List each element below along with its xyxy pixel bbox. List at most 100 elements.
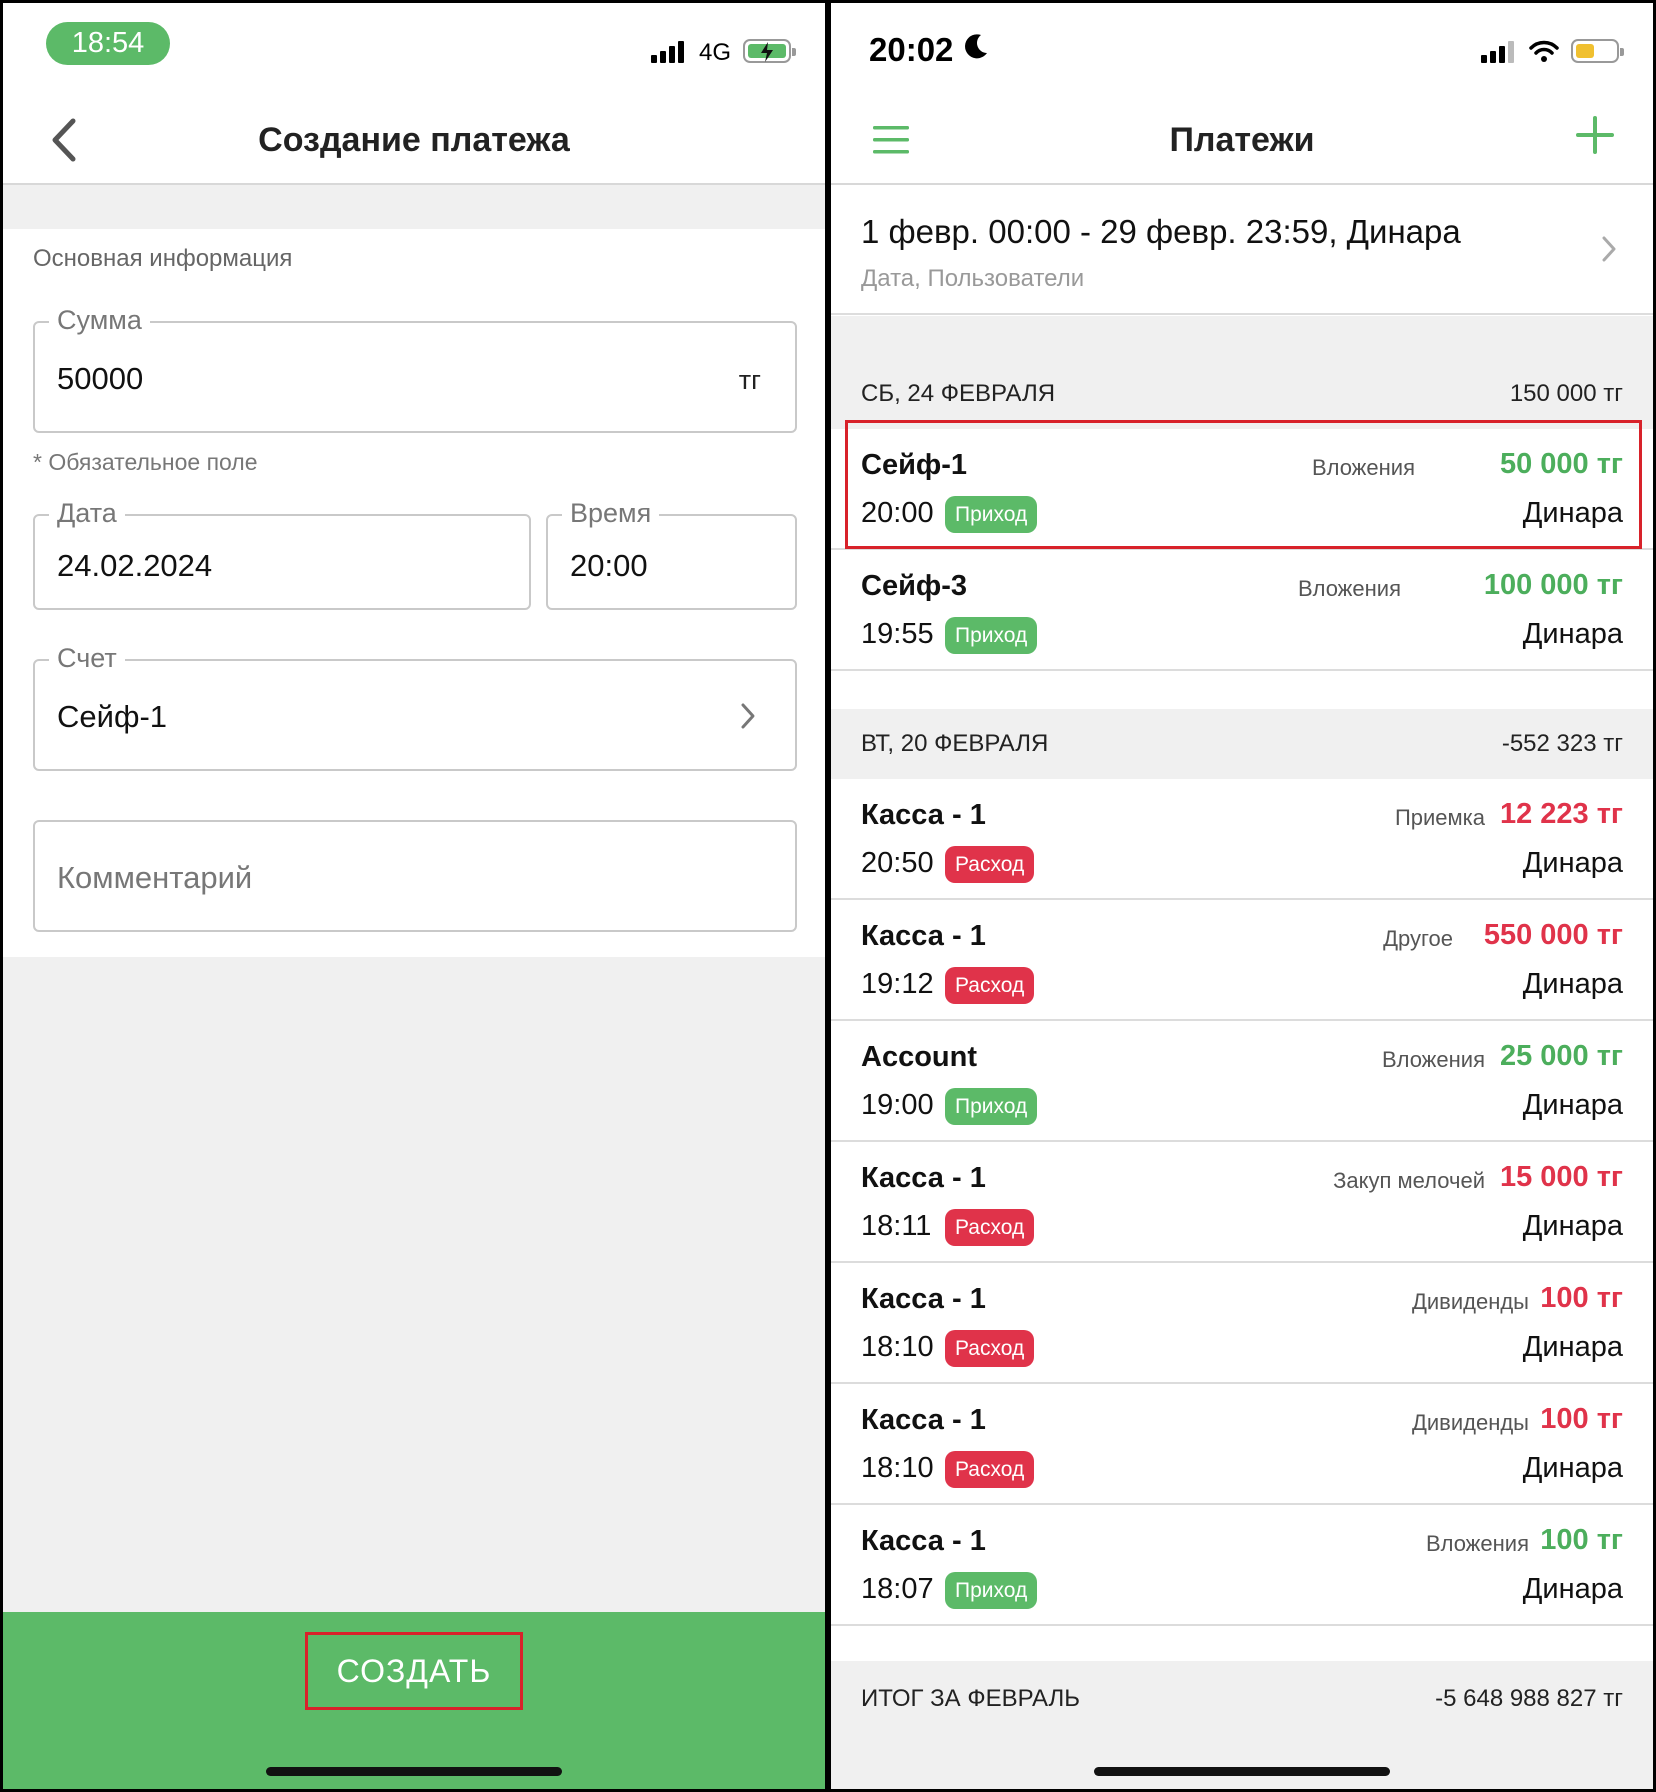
payment-account: Касса - 1 bbox=[861, 1525, 986, 1557]
payment-amount: 100 тг bbox=[1540, 1282, 1623, 1314]
payment-account: Account bbox=[861, 1041, 977, 1073]
status-bar: 20:02 bbox=[831, 3, 1653, 93]
page-title: Создание платежа bbox=[258, 121, 570, 159]
home-indicator bbox=[266, 1767, 562, 1776]
spacer bbox=[3, 185, 825, 229]
payment-amount: 550 000 тг bbox=[1483, 919, 1623, 951]
filter-subtitle: Дата, Пользователи bbox=[861, 265, 1085, 292]
home-indicator bbox=[1094, 1767, 1390, 1776]
type-badge: Расход bbox=[945, 1209, 1035, 1246]
payment-time: 18:10 bbox=[861, 1452, 934, 1484]
type-badge: Расход bbox=[945, 846, 1035, 883]
payment-category: Дивиденды bbox=[1411, 1289, 1529, 1314]
chevron-right-icon bbox=[1602, 236, 1616, 262]
payment-row[interactable]: Касса - 1 18:10 Расход Дивиденды 100 тг … bbox=[831, 1384, 1653, 1505]
chevron-right-icon bbox=[741, 703, 755, 729]
payment-time: 20:00 bbox=[861, 497, 934, 529]
required-hint: * Обязательное поле bbox=[33, 449, 258, 475]
spacer bbox=[831, 316, 1653, 360]
payment-user: Динара bbox=[1522, 968, 1623, 1000]
payment-amount: 12 223 тг bbox=[1499, 798, 1623, 830]
payment-category: Вложения bbox=[1297, 576, 1401, 601]
time-label: Время bbox=[562, 498, 660, 529]
type-badge: Приход bbox=[945, 617, 1038, 654]
payment-time: 19:00 bbox=[861, 1089, 934, 1121]
payment-category: Вложения bbox=[1425, 1531, 1529, 1556]
status-time: 20:02 bbox=[869, 31, 954, 68]
payment-amount: 100 000 тг bbox=[1483, 569, 1623, 601]
currency-suffix: тг bbox=[738, 365, 761, 395]
payment-category: Дивиденды bbox=[1411, 1410, 1529, 1435]
create-bar: СОЗДАТЬ bbox=[3, 1612, 825, 1789]
spacer bbox=[831, 671, 1653, 709]
empty-area bbox=[3, 957, 825, 1612]
signal-icon bbox=[1481, 41, 1514, 63]
payment-amount: 50 000 тг bbox=[1499, 448, 1623, 480]
payment-account: Сейф-1 bbox=[861, 449, 968, 481]
payment-amount: 25 000 тг bbox=[1499, 1040, 1623, 1072]
wifi-icon bbox=[1529, 40, 1559, 62]
comment-field[interactable]: Комментарий bbox=[33, 820, 797, 932]
day-date: ВТ, 20 ФЕВРАЛЯ bbox=[861, 730, 1049, 757]
time-field[interactable]: Время 20:00 bbox=[546, 498, 797, 610]
battery-icon bbox=[743, 39, 796, 63]
payment-time: 19:55 bbox=[861, 618, 934, 650]
payment-category: Вложения bbox=[1381, 1047, 1485, 1072]
moon-icon bbox=[965, 34, 987, 59]
page-title: Платежи bbox=[1169, 121, 1315, 159]
date-field[interactable]: Дата 24.02.2024 bbox=[33, 498, 531, 610]
payment-amount: 15 000 тг bbox=[1499, 1161, 1623, 1193]
nav-bar: Создание платежа bbox=[3, 93, 825, 185]
section-title: Основная информация bbox=[33, 245, 293, 272]
account-label: Счет bbox=[49, 643, 125, 674]
payment-account: Касса - 1 bbox=[861, 1404, 986, 1436]
payment-user: Динара bbox=[1522, 618, 1623, 650]
payment-user: Динара bbox=[1522, 1089, 1623, 1121]
total-label: ИТОГ ЗА ФЕВРАЛЬ bbox=[861, 1685, 1081, 1712]
date-value: 24.02.2024 bbox=[57, 548, 213, 583]
payment-row[interactable]: Касса - 1 19:12 Расход Другое 550 000 тг… bbox=[831, 900, 1653, 1021]
payments-screen: 20:02 Платежи 1 февр. 00:00 - 29 февр. 2… bbox=[831, 3, 1653, 1789]
amount-field[interactable]: Сумма 50000 тг bbox=[33, 305, 797, 433]
account-value: Сейф-1 bbox=[57, 699, 168, 734]
payment-time: 18:11 bbox=[861, 1210, 932, 1242]
status-time: 18:54 bbox=[46, 22, 170, 65]
day-total: -552 323 тг bbox=[1501, 730, 1623, 757]
nav-bar: Платежи bbox=[831, 93, 1653, 185]
payment-account: Касса - 1 bbox=[861, 920, 986, 952]
day-header: ВТ, 20 ФЕВРАЛЯ -552 323 тг bbox=[831, 709, 1653, 779]
payment-user: Динара bbox=[1522, 1573, 1623, 1605]
amount-value: 50000 bbox=[57, 361, 144, 396]
payment-row[interactable]: Сейф-1 20:00 Приход Вложения 50 000 тг Д… bbox=[831, 429, 1653, 550]
create-button[interactable]: СОЗДАТЬ bbox=[305, 1632, 523, 1710]
payment-row[interactable]: Касса - 1 20:50 Расход Приемка 12 223 тг… bbox=[831, 779, 1653, 900]
day-date: СБ, 24 ФЕВРАЛЯ bbox=[861, 380, 1056, 407]
type-badge: Расход bbox=[945, 1451, 1035, 1488]
payment-row[interactable]: Касса - 1 18:11 Расход Закуп мелочей 15 … bbox=[831, 1142, 1653, 1263]
payment-account: Касса - 1 bbox=[861, 799, 986, 831]
payment-time: 18:07 bbox=[861, 1573, 934, 1605]
type-badge: Расход bbox=[945, 967, 1035, 1004]
payment-amount: 100 тг bbox=[1540, 1524, 1623, 1556]
payment-category: Закуп мелочей bbox=[1333, 1168, 1485, 1193]
payment-user: Динара bbox=[1522, 497, 1623, 529]
plus-icon[interactable] bbox=[1575, 115, 1615, 155]
day-header: СБ, 24 ФЕВРАЛЯ 150 000 тг bbox=[831, 359, 1653, 429]
month-total: ИТОГ ЗА ФЕВРАЛЬ -5 648 988 827 тг bbox=[831, 1661, 1653, 1789]
account-field[interactable]: Счет Сейф-1 bbox=[33, 643, 797, 771]
payment-row[interactable]: Сейф-3 19:55 Приход Вложения 100 000 тг … bbox=[831, 550, 1653, 671]
signal-icon bbox=[651, 41, 684, 63]
date-label: Дата bbox=[49, 498, 125, 529]
payment-row[interactable]: Account 19:00 Приход Вложения 25 000 тг … bbox=[831, 1021, 1653, 1142]
payment-row[interactable]: Касса - 1 18:07 Приход Вложения 100 тг Д… bbox=[831, 1505, 1653, 1626]
create-payment-screen: 18:54 4G Создание платежа Основная инфор… bbox=[3, 3, 825, 1789]
payment-user: Динара bbox=[1522, 1210, 1623, 1242]
network-label: 4G bbox=[699, 39, 732, 66]
payment-user: Динара bbox=[1522, 1452, 1623, 1484]
payment-row[interactable]: Касса - 1 18:10 Расход Дивиденды 100 тг … bbox=[831, 1263, 1653, 1384]
type-badge: Расход bbox=[945, 1330, 1035, 1367]
period-filter[interactable]: 1 февр. 00:00 - 29 февр. 23:59, Динара Д… bbox=[831, 185, 1653, 315]
payment-time: 18:10 bbox=[861, 1331, 934, 1363]
time-value: 20:00 bbox=[570, 548, 648, 583]
day-total: 150 000 тг bbox=[1509, 380, 1623, 407]
